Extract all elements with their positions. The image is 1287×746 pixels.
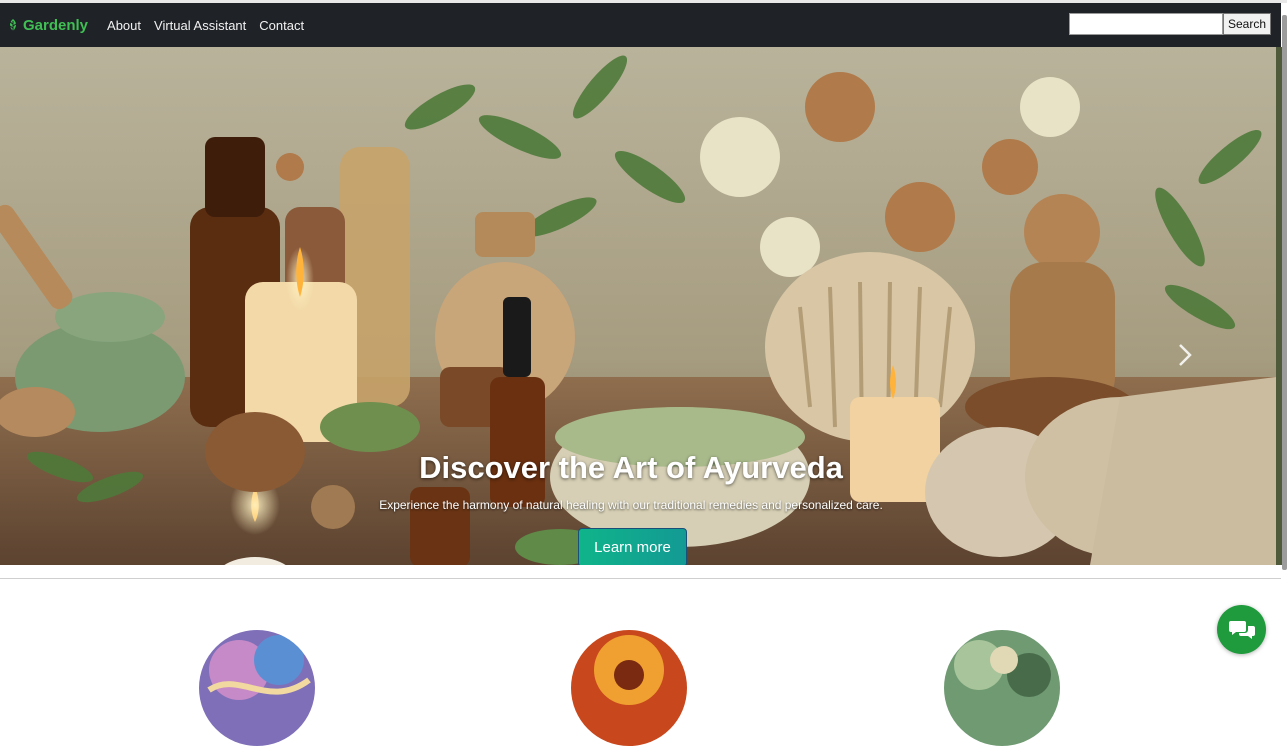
feature-image-2: [571, 630, 687, 746]
learn-more-button[interactable]: Learn more: [578, 528, 687, 565]
navbar: Gardenly About Virtual Assistant Contact…: [0, 3, 1281, 47]
leaf-icon: [9, 19, 17, 31]
section-divider: [0, 578, 1281, 579]
nav-link-contact[interactable]: Contact: [259, 18, 304, 33]
nav-link-about[interactable]: About: [107, 18, 141, 33]
scrollbar[interactable]: [1282, 15, 1287, 570]
hero-title: Discover the Art of Ayurveda: [419, 450, 843, 485]
feature-image-1: [199, 630, 315, 746]
nav-link-virtual-assistant[interactable]: Virtual Assistant: [154, 18, 246, 33]
nav-links: About Virtual Assistant Contact: [107, 18, 317, 33]
brand[interactable]: Gardenly: [6, 17, 88, 34]
chevron-right-icon[interactable]: [1172, 337, 1198, 373]
feature-image-3: [944, 630, 1060, 746]
chat-bubbles-icon: [1228, 620, 1255, 639]
search-form: Search: [1068, 13, 1271, 35]
search-button[interactable]: Search: [1222, 13, 1271, 35]
chat-button[interactable]: [1217, 605, 1266, 654]
hero-carousel: Discover the Art of Ayurveda Experience …: [0, 47, 1276, 565]
hero-image: [0, 47, 1276, 565]
brand-name[interactable]: Gardenly: [23, 17, 88, 34]
hero-subtitle: Experience the harmony of natural healin…: [379, 498, 883, 512]
search-input[interactable]: [1068, 13, 1223, 35]
